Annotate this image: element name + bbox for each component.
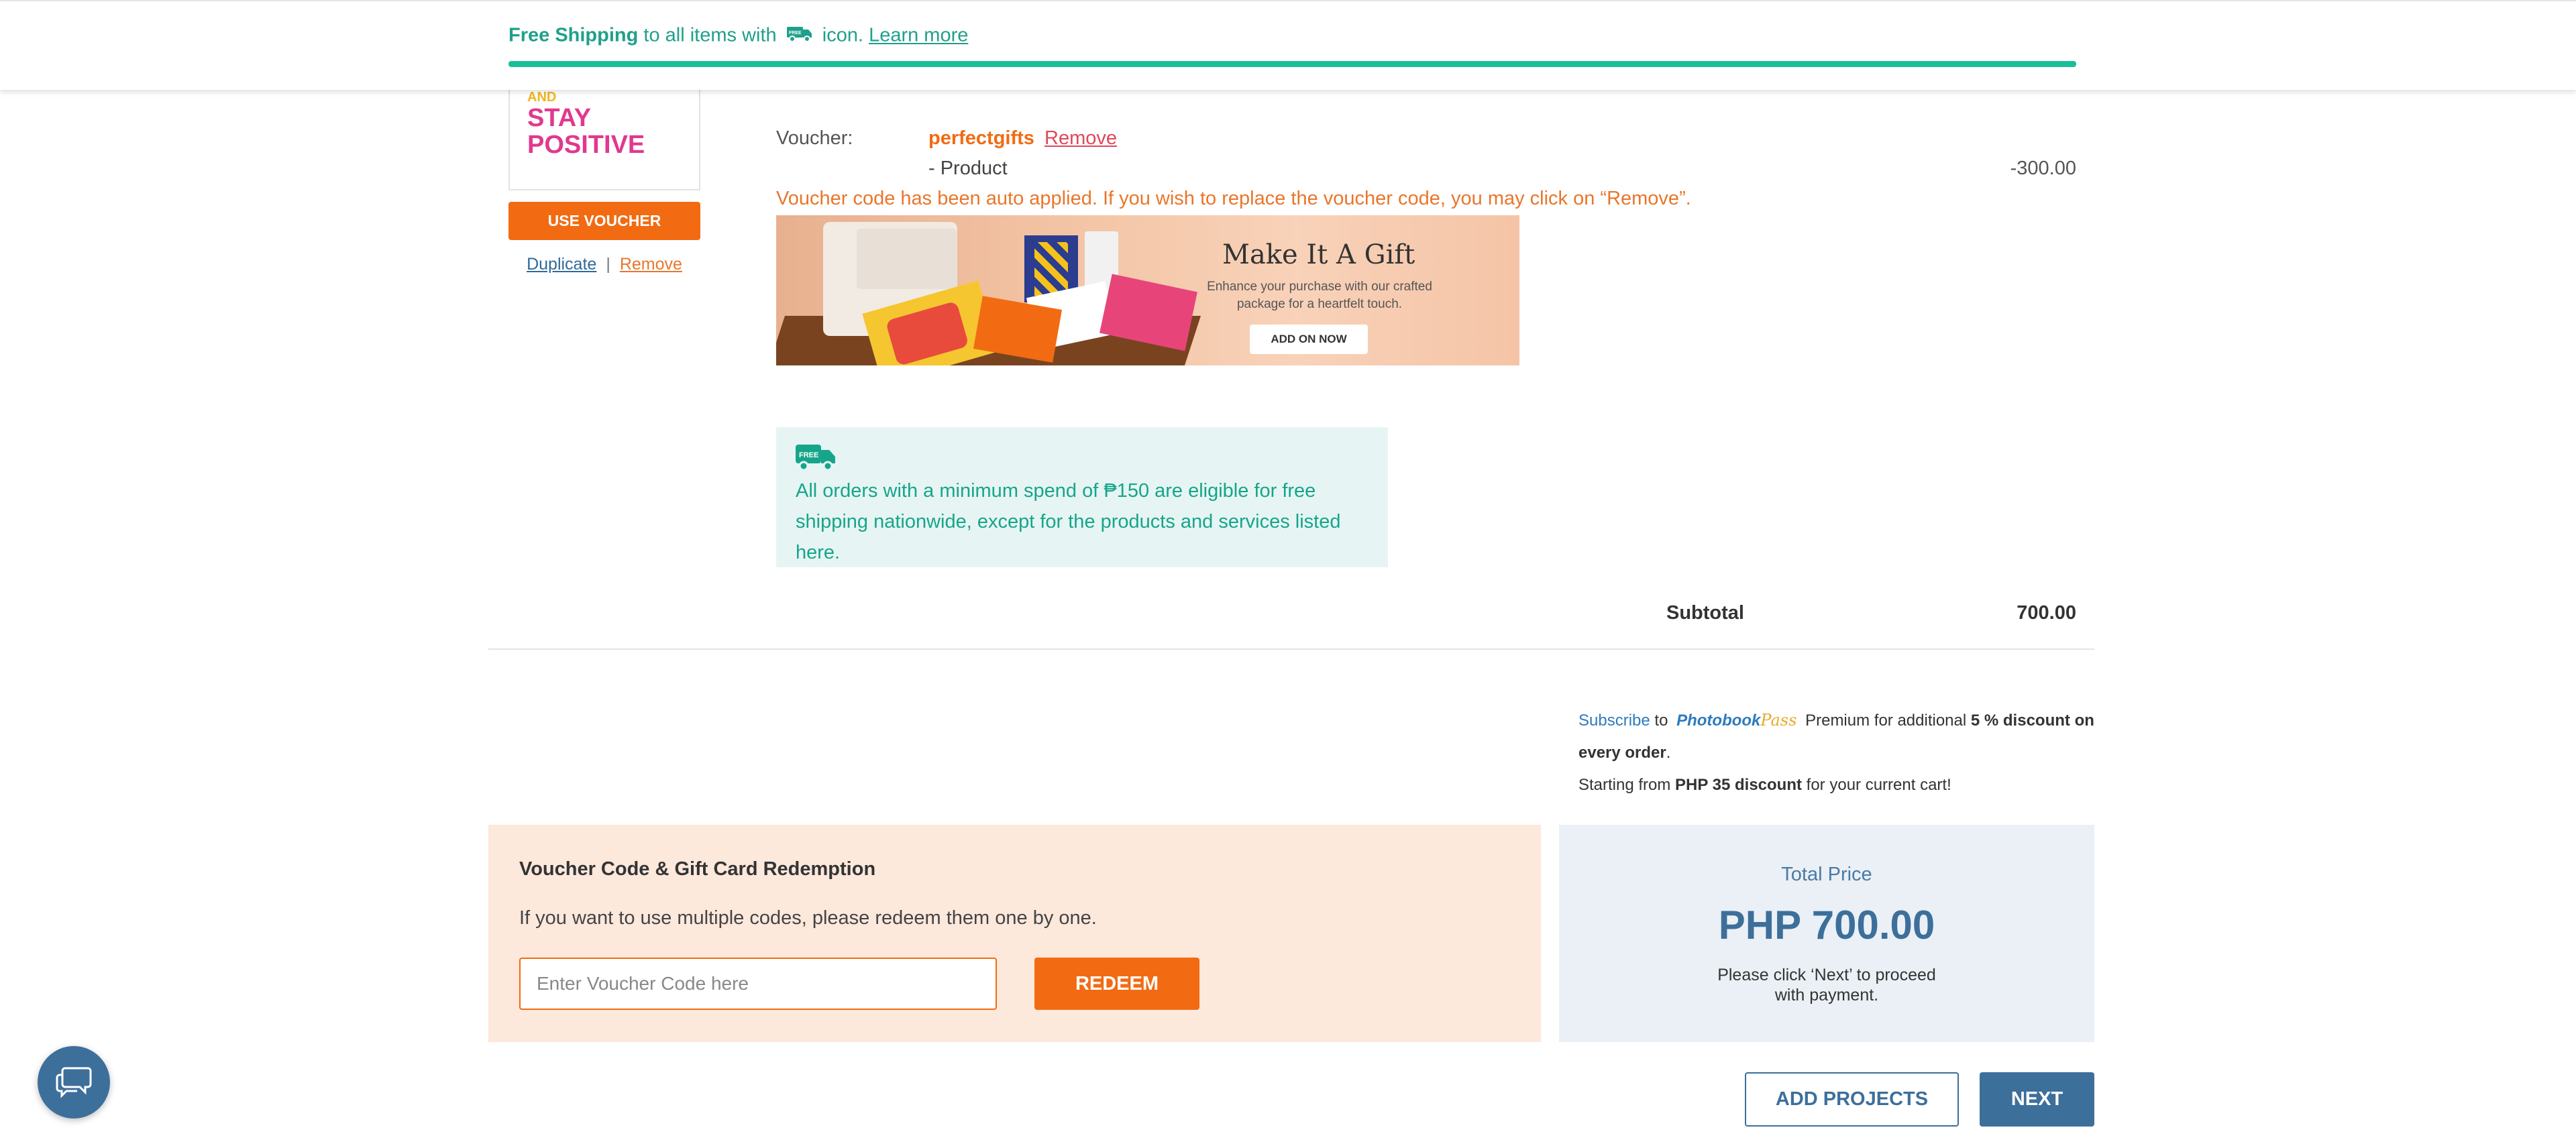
voucher-code-input[interactable] bbox=[519, 958, 997, 1010]
voucher-product-line: - Product bbox=[928, 158, 1008, 179]
subtotal-value: 700.00 bbox=[2017, 602, 2076, 624]
subtotal-label: Subtotal bbox=[1666, 602, 1744, 624]
link-separator: | bbox=[606, 255, 610, 274]
free-shipping-text: to all items with bbox=[638, 24, 782, 46]
free-shipping-progress-bar bbox=[508, 61, 2076, 67]
brand-name: Photobook bbox=[1676, 711, 1761, 730]
free-shipping-info-text: All orders with a minimum spend of ₱150 … bbox=[796, 480, 1341, 563]
redemption-title: Voucher Code & Gift Card Redemption bbox=[519, 858, 876, 880]
voucher-discount-amount: -300.00 bbox=[2010, 158, 2076, 179]
photobook-pass-logo: PhotobookPass bbox=[1676, 704, 1796, 737]
redeem-button[interactable]: REDEEM bbox=[1034, 958, 1199, 1010]
remove-product-link[interactable]: Remove bbox=[620, 255, 682, 274]
voucher-auto-applied-note: Voucher code has been auto applied. If y… bbox=[776, 188, 1691, 209]
add-projects-button[interactable]: ADD PROJECTS bbox=[1745, 1072, 1959, 1127]
total-price-label: Total Price bbox=[1781, 864, 1872, 885]
free-shipping-truck-icon: FREE bbox=[794, 442, 837, 476]
product-actions: Duplicate | Remove bbox=[508, 255, 700, 274]
redemption-hint: If you want to use multiple codes, pleas… bbox=[519, 907, 1097, 929]
promo-starting-text: Starting from bbox=[1578, 776, 1676, 794]
voucher-label: Voucher: bbox=[776, 127, 853, 149]
promo-period: . bbox=[1666, 744, 1671, 762]
brand-script: Pass bbox=[1760, 711, 1797, 730]
thumbnail-line-positive: POSITIVE bbox=[527, 131, 645, 159]
free-shipping-label: Free Shipping bbox=[508, 24, 639, 46]
product-thumbnail[interactable]: AND STAY POSITIVE bbox=[508, 79, 700, 190]
use-voucher-button[interactable]: USE VOUCHER bbox=[508, 202, 700, 240]
subscribe-link[interactable]: Subscribe bbox=[1578, 711, 1650, 730]
banner-bag-flap-graphic bbox=[857, 229, 957, 289]
gift-banner-title: Make It A Gift bbox=[1222, 239, 1415, 270]
thumbnail-line-stay: STAY bbox=[527, 104, 592, 132]
add-on-now-button[interactable]: ADD ON NOW bbox=[1250, 325, 1368, 354]
next-button[interactable]: NEXT bbox=[1980, 1072, 2094, 1127]
total-price-value: PHP 700.00 bbox=[1718, 903, 1935, 948]
cart-divider bbox=[488, 648, 2094, 650]
free-shipping-info-box: FREE All orders with a minimum spend of … bbox=[776, 427, 1388, 567]
free-shipping-icon-suffix: icon. bbox=[816, 24, 869, 46]
thumbnail-text-stay: STAY POSITIVE bbox=[527, 105, 645, 158]
remove-voucher-link[interactable]: Remove bbox=[1044, 127, 1117, 150]
voucher-redemption-panel: Voucher Code & Gift Card Redemption If y… bbox=[488, 825, 1541, 1042]
total-price-note: Please click ‘Next’ to proceed with paym… bbox=[1717, 966, 1936, 1005]
promo-premium-text: Premium for additional bbox=[1801, 711, 1971, 730]
gift-banner-subtitle: Enhance your purchase with our crafted p… bbox=[1207, 280, 1432, 311]
total-price-panel: Total Price PHP 700.00 Please click ‘Nex… bbox=[1559, 825, 2094, 1042]
banner-box-pattern-graphic bbox=[1034, 242, 1068, 296]
free-shipping-truck-icon: FREE bbox=[786, 24, 813, 48]
promo-discount-amount: PHP 35 discount bbox=[1675, 776, 1802, 794]
thumbnail-text-and: AND bbox=[527, 90, 557, 105]
free-shipping-message: Free Shipping to all items with FREE ico… bbox=[508, 24, 968, 48]
learn-more-link[interactable]: Learn more bbox=[869, 25, 968, 46]
voucher-code: perfectgifts bbox=[928, 127, 1034, 149]
svg-text:FREE: FREE bbox=[789, 31, 802, 36]
free-badge-text: FREE bbox=[799, 451, 818, 459]
subscription-promo: Subscribe to PhotobookPass Premium for a… bbox=[1578, 704, 2095, 801]
chat-button[interactable] bbox=[38, 1046, 110, 1118]
free-shipping-banner: Free Shipping to all items with FREE ico… bbox=[0, 0, 2576, 90]
duplicate-link[interactable]: Duplicate bbox=[527, 255, 596, 274]
promo-suffix-text: for your current cart! bbox=[1802, 776, 1951, 794]
promo-to-text: to bbox=[1650, 711, 1673, 730]
make-it-a-gift-banner[interactable]: Make It A Gift Enhance your purchase wit… bbox=[776, 215, 1519, 365]
